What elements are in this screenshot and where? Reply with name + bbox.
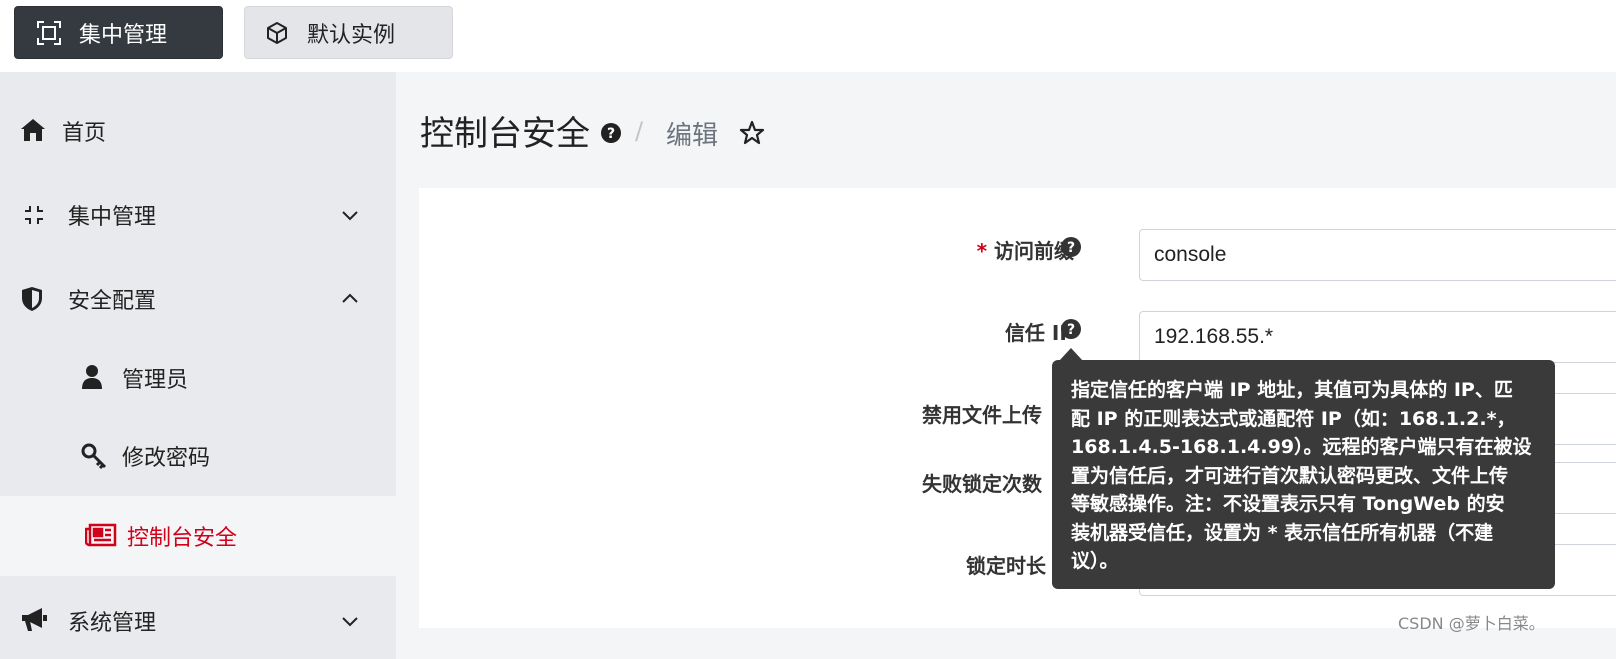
sidebar-item-change-password[interactable]: 修改密码 <box>0 420 396 492</box>
tooltip-line: 议）。 <box>1071 550 1119 572</box>
default-instance-button[interactable]: 默认实例 <box>244 6 453 59</box>
sidebar-item-label: 管理员 <box>122 368 189 393</box>
svg-text:?: ? <box>1067 240 1075 256</box>
sidebar-item-home[interactable]: 首页 <box>0 92 396 170</box>
cube-icon <box>263 19 291 47</box>
breadcrumb-edit: 编辑 <box>666 121 719 151</box>
tooltip-line: 配 IP 的正则表达式或通配符 IP（如：168.1.2.*， <box>1071 407 1516 430</box>
tooltip-line: 等敏感操作。注：不设置表示只有 TongWeb 的安 <box>1071 493 1505 515</box>
chevron-up-icon <box>340 288 360 308</box>
frame-icon <box>35 19 63 47</box>
sidebar-item-central-management[interactable]: 集中管理 <box>0 176 396 254</box>
sidebar-item-label: 首页 <box>62 121 107 146</box>
newspaper-icon <box>85 523 117 547</box>
chevron-down-icon <box>340 206 360 226</box>
sidebar-item-label: 安全配置 <box>68 289 157 314</box>
star-icon[interactable] <box>739 120 765 146</box>
access-prefix-input[interactable]: console <box>1139 229 1616 281</box>
tooltip-line: 置为信任后，才可进行首次默认密码更改、文件上传 <box>1071 464 1509 487</box>
breadcrumb-separator: / <box>635 117 644 145</box>
key-icon <box>80 442 108 470</box>
svg-text:?: ? <box>1067 322 1075 338</box>
sidebar-item-label: 系统管理 <box>68 610 157 636</box>
sidebar-item-admin[interactable]: 管理员 <box>0 342 396 414</box>
question-circle-icon[interactable]: ? <box>1060 236 1082 258</box>
trusted-ip-tooltip: 指定信任的客户端 IP 地址，其值可为具体的 IP、匹 配 IP 的正则表达式或… <box>1052 360 1555 589</box>
tooltip-line: 装机器受信任，设置为 * 表示信任所有机器（不建 <box>1071 521 1494 544</box>
question-circle-icon[interactable]: ? <box>600 122 622 144</box>
chevron-down-icon <box>340 612 360 632</box>
tooltip-line: 指定信任的客户端 IP 地址，其值可为具体的 IP、匹 <box>1071 379 1513 401</box>
compress-icon <box>20 201 48 229</box>
question-circle-icon[interactable]: ? <box>1060 318 1082 340</box>
central-management-button[interactable]: 集中管理 <box>14 6 223 59</box>
sidebar: 首页 集中管理 安全配置 管理员 修改密码 控制台安全 系统管理 <box>0 72 396 659</box>
svg-text:?: ? <box>607 126 615 142</box>
sidebar-item-label: 集中管理 <box>68 205 157 230</box>
field-label-lock-duration: 锁定时长 <box>966 554 1046 578</box>
sidebar-item-label: 控制台安全 <box>127 526 238 551</box>
sidebar-item-console-security[interactable]: 控制台安全 <box>0 496 396 576</box>
user-icon <box>81 364 103 390</box>
required-mark: * <box>976 239 988 263</box>
field-label-fail-lock-count: 失败锁定次数 <box>922 472 1042 496</box>
page-title: 控制台安全 <box>420 114 590 154</box>
top-bar: 集中管理 默认实例 <box>0 0 1616 72</box>
tooltip-line: 168.1.4.5-168.1.4.99）。远程的客户端只有在被设 <box>1071 436 1532 458</box>
sidebar-item-system-management[interactable]: 系统管理 <box>0 582 396 659</box>
sidebar-item-security[interactable]: 安全配置 <box>0 260 396 338</box>
central-management-label: 集中管理 <box>79 22 168 48</box>
watermark: CSDN @萝卜白菜。 <box>1398 614 1545 633</box>
home-icon <box>20 118 46 142</box>
sidebar-item-label: 修改密码 <box>122 446 211 471</box>
shield-icon <box>21 286 43 312</box>
default-instance-label: 默认实例 <box>307 22 396 48</box>
field-label-disable-upload: 禁用文件上传 <box>922 403 1042 427</box>
trusted-ip-input[interactable]: 192.168.55.* <box>1139 311 1616 363</box>
bullhorn-icon <box>20 606 48 632</box>
